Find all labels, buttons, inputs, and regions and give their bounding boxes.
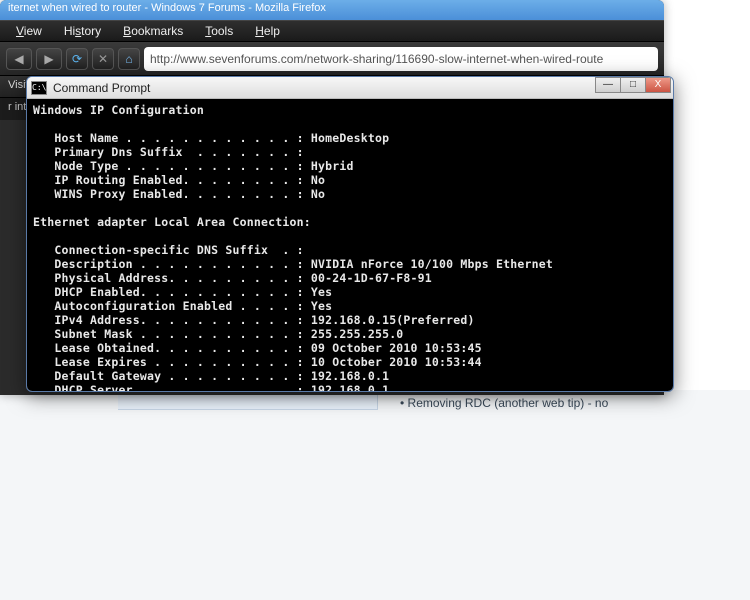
cmd-icon: C:\: [31, 81, 47, 95]
menu-help[interactable]: Help: [245, 22, 290, 40]
url-bar[interactable]: http://www.sevenforums.com/network-shari…: [144, 47, 658, 71]
forward-button[interactable]: ▶: [36, 48, 62, 70]
command-prompt-window: C:\ Command Prompt — □ X Windows IP Conf…: [26, 76, 674, 392]
menu-view[interactable]: View: [6, 22, 52, 40]
terminal-output[interactable]: Windows IP Configuration Host Name . . .…: [27, 99, 673, 391]
home-button[interactable]: ⌂: [118, 48, 140, 70]
cmd-title-text: Command Prompt: [53, 81, 150, 95]
cmd-titlebar[interactable]: C:\ Command Prompt — □ X: [27, 77, 673, 99]
page-background: [0, 390, 750, 600]
menu-tools[interactable]: Tools: [195, 22, 243, 40]
menu-history[interactable]: History: [54, 22, 111, 40]
window-title: iternet when wired to router - Windows 7…: [0, 0, 664, 20]
reload-button[interactable]: ⟳: [66, 48, 88, 70]
page-bullet-text: • Removing RDC (another web tip) - no: [400, 396, 608, 410]
maximize-button[interactable]: □: [620, 77, 646, 93]
back-button[interactable]: ◀: [6, 48, 32, 70]
minimize-button[interactable]: —: [595, 77, 621, 93]
stop-button[interactable]: ✕: [92, 48, 114, 70]
menu-bookmarks[interactable]: Bookmarks: [113, 22, 193, 40]
close-button[interactable]: X: [645, 77, 671, 93]
menubar: View History Bookmarks Tools Help: [0, 20, 664, 42]
nav-toolbar: ◀ ▶ ⟳ ✕ ⌂ http://www.sevenforums.com/net…: [0, 42, 664, 76]
